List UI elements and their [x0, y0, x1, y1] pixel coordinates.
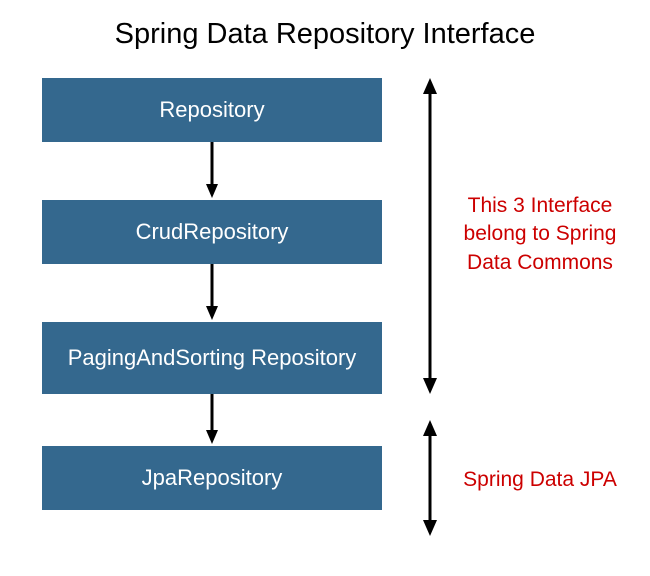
- annotation-text: Spring Data JPA: [463, 468, 617, 491]
- box-label: JpaRepository: [142, 465, 283, 490]
- box-label: PagingAndSorting Repository: [68, 345, 357, 370]
- annotation-spring-data-commons: This 3 Interface belong to Spring Data C…: [450, 192, 630, 277]
- box-label: CrudRepository: [136, 219, 289, 244]
- arrow-down-icon: [206, 264, 218, 322]
- box-repository: Repository: [42, 78, 382, 142]
- box-label: Repository: [159, 97, 264, 122]
- box-jpa-repository: JpaRepository: [42, 446, 382, 510]
- box-crud-repository: CrudRepository: [42, 200, 382, 264]
- annotation-spring-data-jpa: Spring Data JPA: [450, 466, 630, 494]
- vertical-double-arrow-icon: [420, 78, 440, 394]
- vertical-double-arrow-icon: [420, 420, 440, 536]
- arrow-down-icon: [206, 142, 218, 200]
- annotation-text: This 3 Interface belong to Spring Data C…: [464, 194, 617, 274]
- diagram-title: Spring Data Repository Interface: [0, 18, 650, 51]
- arrow-down-icon: [206, 394, 218, 446]
- box-paging-sorting-repository: PagingAndSorting Repository: [42, 322, 382, 394]
- diagram-canvas: Spring Data Repository Interface Reposit…: [0, 0, 650, 576]
